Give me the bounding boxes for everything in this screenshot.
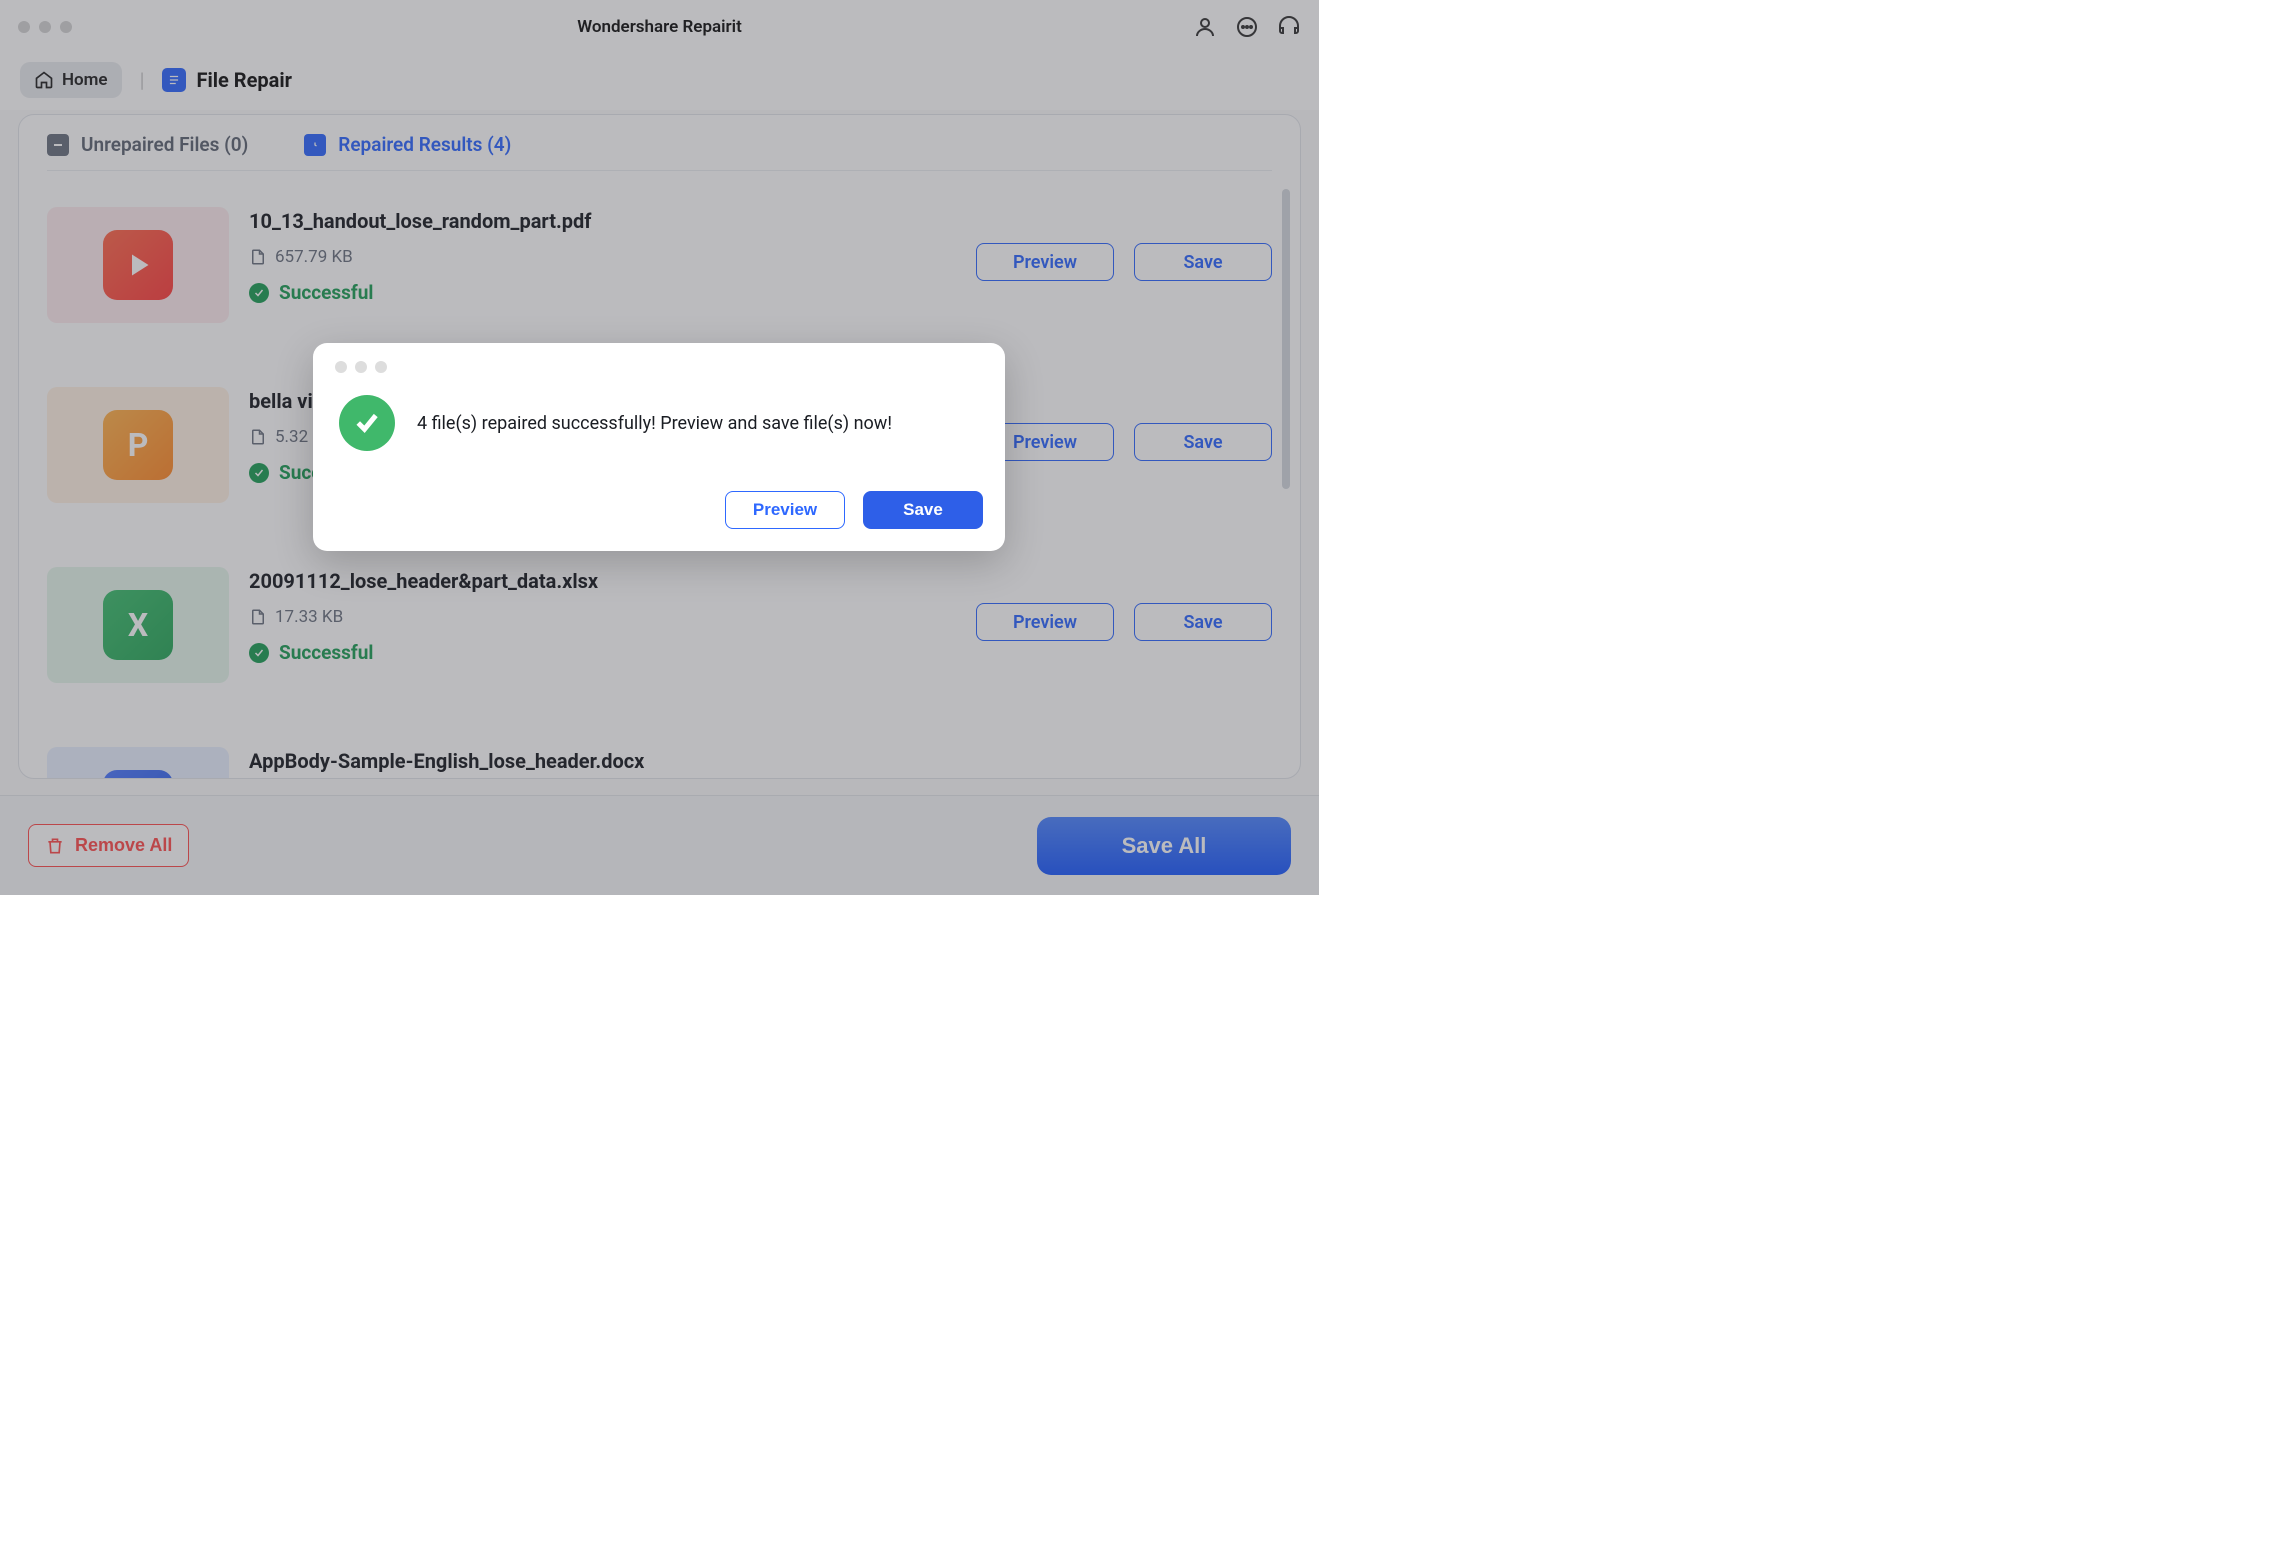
dialog-message: 4 file(s) repaired successfully! Preview… bbox=[417, 413, 892, 434]
success-check-icon bbox=[339, 395, 395, 451]
repair-complete-dialog: 4 file(s) repaired successfully! Preview… bbox=[313, 343, 1005, 551]
dialog-window-controls[interactable] bbox=[335, 361, 983, 373]
dialog-body: 4 file(s) repaired successfully! Preview… bbox=[335, 395, 983, 451]
dialog-save-button[interactable]: Save bbox=[863, 491, 983, 529]
minimize-dialog-icon[interactable] bbox=[355, 361, 367, 373]
maximize-dialog-icon[interactable] bbox=[375, 361, 387, 373]
dialog-preview-button[interactable]: Preview bbox=[725, 491, 845, 529]
dialog-actions: Preview Save bbox=[335, 491, 983, 529]
close-dialog-icon[interactable] bbox=[335, 361, 347, 373]
app-window: Wondershare Repairit Home | File Repair bbox=[0, 0, 1319, 895]
